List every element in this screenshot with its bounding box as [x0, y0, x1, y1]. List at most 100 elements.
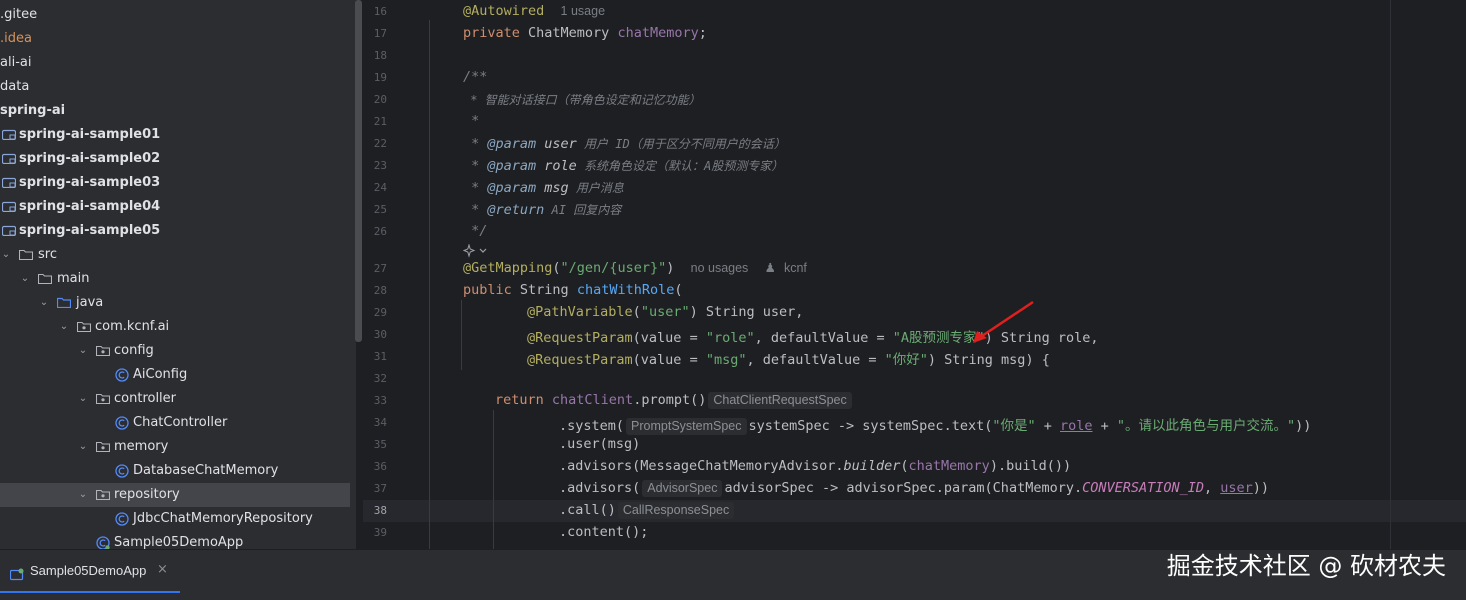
tree-item-memory[interactable]: ⌄ memory: [0, 435, 350, 459]
active-tab-indicator: [0, 591, 180, 593]
tree-item-label: controller: [114, 391, 177, 406]
line-number: 29: [373, 306, 387, 319]
code-line-20[interactable]: * 智能对话接口（带角色设定和记忆功能）: [463, 91, 700, 108]
folder-icon: [19, 249, 33, 260]
watermark: 掘金技术社区 @ 砍材农夫: [1166, 552, 1446, 580]
package-icon: [96, 393, 110, 404]
code-line-35[interactable]: .user(msg): [559, 436, 640, 452]
line-number: 31: [373, 350, 387, 363]
tree-item-data[interactable]: data: [0, 75, 350, 99]
tree-item-spring-ai-sample04[interactable]: spring-ai-sample04: [0, 195, 350, 219]
code-line-26[interactable]: */: [463, 223, 487, 239]
usage-hint[interactable]: 1 usage: [561, 4, 605, 18]
tree-item-src[interactable]: ⌄ src: [0, 243, 350, 267]
tree-item-label: spring-ai-sample04: [19, 199, 161, 214]
code-line-28[interactable]: public String chatWithRole(: [463, 282, 683, 298]
tree-item-ali-ai[interactable]: ali-ai: [0, 51, 350, 75]
usage-hint[interactable]: no usages: [691, 261, 749, 275]
tree-item-repository[interactable]: ⌄ repository: [0, 483, 350, 507]
code-line-39[interactable]: .content();: [559, 524, 648, 540]
code-line-38[interactable]: .call() CallResponseSpec: [559, 502, 736, 519]
line-number: 34: [373, 416, 387, 429]
tree-item-gitee[interactable]: .gitee: [0, 3, 350, 27]
tree-item-label: config: [114, 343, 154, 358]
line-number: 25: [373, 203, 387, 216]
chevron-down-icon[interactable]: ⌄: [77, 435, 89, 459]
line-number: 22: [373, 137, 387, 150]
chevron-down-icon[interactable]: ⌄: [58, 315, 70, 339]
tree-item-label: memory: [114, 439, 169, 454]
line-number: 37: [373, 482, 387, 495]
tree-item-label: com.kcnf.ai: [95, 319, 170, 334]
code-line-21[interactable]: *: [463, 113, 479, 129]
type-hint[interactable]: AdvisorSpec: [642, 480, 723, 497]
line-number: 17: [373, 27, 387, 40]
type-hint[interactable]: CallResponseSpec: [617, 502, 735, 519]
tree-item-aiconfig[interactable]: AiConfig: [0, 363, 350, 387]
tree-item-label: java: [76, 295, 104, 310]
line-number: 20: [373, 93, 387, 106]
tree-item-spring-ai-sample05[interactable]: spring-ai-sample05: [0, 219, 350, 243]
tree-item-databasechatmemory[interactable]: DatabaseChatMemory: [0, 459, 350, 483]
code-line-33[interactable]: return chatClient.prompt() ChatClientRequ…: [495, 392, 854, 409]
close-icon[interactable]: ×: [157, 562, 168, 577]
chevron-down-icon[interactable]: ⌄: [38, 291, 50, 315]
tree-item-controller[interactable]: ⌄ controller: [0, 387, 350, 411]
code-line-34[interactable]: .system(PromptSystemSpec systemSpec -> sy…: [559, 414, 1311, 435]
class-icon: [115, 512, 129, 526]
tree-item-spring-ai[interactable]: spring-ai: [0, 99, 350, 123]
tree-item-label: repository: [114, 487, 180, 502]
code-line-23[interactable]: * @param role 系统角色设定（默认：A股预测专家）: [463, 157, 783, 174]
tree-item-main[interactable]: ⌄ main: [0, 267, 350, 291]
tree-scrollbar[interactable]: [355, 0, 362, 342]
chevron-down-icon[interactable]: ⌄: [0, 243, 12, 267]
chevron-down-icon[interactable]: ⌄: [77, 483, 89, 507]
tree-item-jdbcchatmemoryrepository[interactable]: JdbcChatMemoryRepository: [0, 507, 350, 531]
code-line-24[interactable]: * @param msg 用户消息: [463, 179, 624, 196]
tree-item-spring-ai-sample03[interactable]: spring-ai-sample03: [0, 171, 350, 195]
line-number: 39: [373, 526, 387, 539]
code-line-31[interactable]: @RequestParam(value = "msg", defaultValu…: [527, 348, 1050, 368]
chevron-down-icon[interactable]: ⌄: [77, 387, 89, 411]
chevron-down-icon[interactable]: ⌄: [19, 267, 31, 291]
code-line-27[interactable]: @GetMapping("/gen/{user}") no usages ♟ k…: [463, 260, 807, 276]
code-line-17[interactable]: private ChatMemory chatMemory;: [463, 25, 707, 41]
line-number: 18: [373, 49, 387, 62]
tree-item-config[interactable]: ⌄ config: [0, 339, 350, 363]
author-icon: ♟: [764, 261, 776, 275]
tree-item-idea[interactable]: .idea: [0, 27, 350, 51]
indent-guide: [461, 300, 462, 370]
tree-item-label: spring-ai-sample05: [19, 223, 161, 238]
tree-item-label: spring-ai-sample01: [19, 127, 161, 142]
right-margin-guide: [1390, 0, 1391, 549]
code-line-37[interactable]: .advisors(AdvisorSpec advisorSpec -> advi…: [559, 480, 1269, 497]
tree-item-label: ChatController: [133, 415, 228, 430]
code-editor[interactable]: 16 17 18 19 20 21 22 23 24 25 26 27 28 2…: [363, 0, 1466, 549]
tree-item-spring-ai-sample02[interactable]: spring-ai-sample02: [0, 147, 350, 171]
line-number: 24: [373, 181, 387, 194]
line-number: 16: [373, 5, 387, 18]
tree-item-java[interactable]: ⌄ java: [0, 291, 350, 315]
type-hint[interactable]: ChatClientRequestSpec: [708, 392, 852, 409]
line-number: 26: [373, 225, 387, 238]
tree-item-spring-ai-sample01[interactable]: spring-ai-sample01: [0, 123, 350, 147]
tree-item-com-kcnf-ai[interactable]: ⌄ com.kcnf.ai: [0, 315, 350, 339]
tree-item-chatcontroller[interactable]: ChatController: [0, 411, 350, 435]
line-number: 28: [373, 284, 387, 297]
run-config-icon: [9, 566, 24, 585]
code-line-29[interactable]: @PathVariable("user") String user,: [527, 304, 803, 320]
line-number: 32: [373, 372, 387, 385]
run-tab-sample05demoapp[interactable]: Sample05DemoApp ×: [0, 557, 180, 593]
author-hint[interactable]: kcnf: [784, 261, 807, 275]
code-line-36[interactable]: .advisors(MessageChatMemoryAdvisor.build…: [559, 458, 1071, 474]
tree-item-label: src: [38, 247, 57, 262]
code-line-25[interactable]: * @return AI 回复内容: [463, 201, 621, 218]
code-line-16[interactable]: @Autowired 1 usage: [463, 3, 605, 19]
module-folder-icon: [2, 177, 16, 188]
ai-assistant-icon[interactable]: [462, 243, 489, 258]
code-line-22[interactable]: * @param user 用户 ID（用于区分不同用户的会话）: [463, 135, 786, 152]
chevron-down-icon[interactable]: ⌄: [77, 339, 89, 363]
tree-item-sample05demoapp[interactable]: Sample05DemoApp: [0, 531, 350, 549]
type-hint[interactable]: PromptSystemSpec: [626, 418, 747, 435]
code-line-19[interactable]: /**: [463, 69, 487, 85]
